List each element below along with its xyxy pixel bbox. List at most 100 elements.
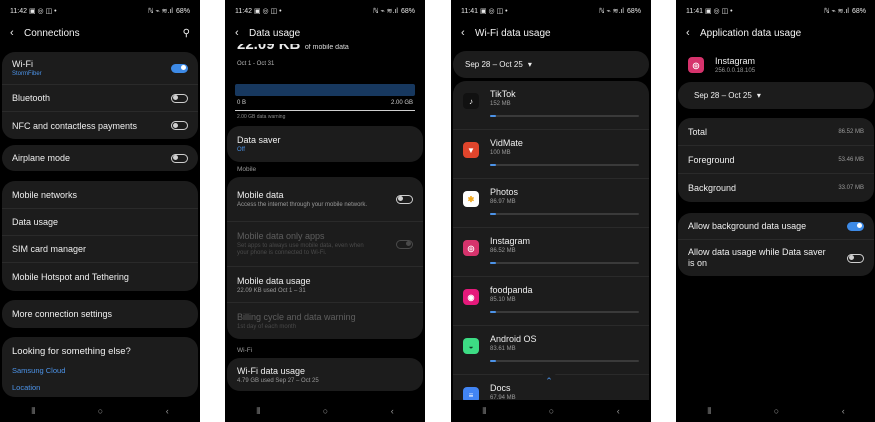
app-row[interactable]: ◒ Android OS 83.61 MB (453, 326, 649, 375)
app-info: Android OS 83.61 MB (490, 334, 639, 362)
nfc-row[interactable]: NFC and contactless payments (2, 112, 198, 139)
networks-card: Mobile networks Data usage SIM card mana… (2, 181, 198, 291)
usage-bar-fill (490, 262, 496, 264)
status-bar: 11:42 ▣ ◎ ◫ • ℕ ⌁ ≋.ıl 68% (0, 0, 200, 22)
status-icons: ▣ ◎ ◫ • (479, 8, 508, 15)
data-usage-label: Data usage (12, 217, 59, 227)
back-arrow-icon[interactable]: ‹ (10, 27, 24, 39)
mobile-data-desc: Access the internet through your mobile … (237, 201, 368, 208)
photos-icon: ✱ (463, 191, 479, 207)
samsung-cloud-link[interactable]: Samsung Cloud (12, 366, 188, 375)
usage-bar-fill (490, 164, 496, 166)
app-row[interactable]: ◎ Instagram 86.52 MB (453, 228, 649, 277)
status-time: 11:42 (235, 8, 252, 15)
date-range-dropdown[interactable]: Sep 28 – Oct 25 ▾ (465, 60, 532, 69)
hotspot-label: Mobile Hotspot and Tethering (12, 272, 129, 282)
back-nav-icon[interactable]: ‹ (391, 406, 394, 416)
wifi-toggle[interactable] (171, 63, 188, 73)
foreground-row: Foreground 53.46 MB (678, 146, 874, 174)
usage-amount: 22.09 KB (237, 44, 301, 53)
app-list: ♪ TikTok 152 MB ▼ VidMate 100 MB ✱ Photos 86.97 … (453, 81, 649, 421)
back-nav-icon[interactable]: ‹ (617, 406, 620, 416)
app-name: Docs (490, 383, 511, 393)
scroll-to-top-button[interactable]: ⌃ (540, 372, 558, 390)
wifi-usage-screen: 11:41 ▣ ◎ ◫ • ℕ ⌁ ≋.ıl 68% ‹ Wi-Fi data u… (451, 0, 651, 422)
app-size: 100 MB (490, 150, 511, 156)
mobile-networks-row[interactable]: Mobile networks (2, 181, 198, 209)
back-arrow-icon[interactable]: ‹ (686, 27, 700, 39)
search-icon[interactable]: ⚲ (183, 28, 190, 39)
mobile-only-desc: Set apps to always use mobile data, even… (237, 243, 364, 256)
home-icon[interactable]: ○ (323, 406, 328, 416)
nfc-toggle[interactable] (171, 121, 188, 130)
bluetooth-label: Bluetooth (12, 93, 51, 103)
allow-background-row[interactable]: Allow background data usage (678, 213, 874, 240)
data-usage-row[interactable]: Data usage (2, 209, 198, 236)
sim-manager-row[interactable]: SIM card manager (2, 236, 198, 263)
usage-period: Oct 1 - Oct 31 (237, 61, 275, 67)
usage-bar (490, 115, 639, 117)
recents-icon[interactable]: ⦀ (256, 406, 260, 417)
total-label: Total (688, 126, 708, 137)
mobile-data-toggle[interactable] (396, 194, 413, 204)
date-range-dropdown[interactable]: Sep 28 – Oct 25 ▾ (694, 91, 761, 100)
airplane-toggle[interactable] (171, 153, 188, 163)
bluetooth-row[interactable]: Bluetooth (2, 85, 198, 112)
vidmate-icon: ▼ (463, 142, 479, 158)
app-info: Photos 86.97 MB (490, 187, 639, 215)
status-bar: 11:41 ▣ ◎ ◫ • ℕ ⌁ ≋.ıl 68% (676, 0, 875, 22)
location-link[interactable]: Location (12, 383, 188, 392)
recents-icon[interactable]: ⦀ (482, 406, 486, 417)
battery-level: 68% (400, 7, 415, 15)
allow-saver-row[interactable]: Allow data usage while Data saver is on (678, 240, 874, 276)
app-row[interactable]: ▼ VidMate 100 MB (453, 130, 649, 179)
mobile-data-row[interactable]: Mobile data Access the internet through y… (227, 177, 423, 222)
mobile-usage-label: Mobile data usage (237, 275, 311, 286)
data-saver-card: Data saver Off (227, 126, 423, 162)
app-name: Instagram (715, 56, 756, 66)
more-settings-label: More connection settings (12, 309, 113, 319)
back-nav-icon[interactable]: ‹ (166, 406, 169, 416)
app-row[interactable]: ♪ TikTok 152 MB (453, 81, 649, 130)
more-settings-row[interactable]: More connection settings (2, 300, 198, 328)
usage-bar (490, 311, 639, 313)
battery-level: 68% (175, 7, 190, 15)
mobile-section-label: Mobile (237, 166, 257, 173)
back-arrow-icon[interactable]: ‹ (235, 27, 249, 39)
back-arrow-icon[interactable]: ‹ (461, 27, 475, 39)
airplane-row[interactable]: Airplane mode (2, 145, 198, 171)
header: ‹ Wi-Fi data usage (451, 22, 651, 44)
data-saver-row[interactable]: Data saver Off (227, 126, 423, 162)
home-icon[interactable]: ○ (549, 406, 554, 416)
bluetooth-toggle[interactable] (171, 93, 188, 103)
hotspot-row[interactable]: Mobile Hotspot and Tethering (2, 263, 198, 291)
billing-desc: 1st day of each month (237, 324, 297, 330)
airplane-card: Airplane mode (2, 145, 198, 171)
home-icon[interactable]: ○ (774, 406, 779, 416)
wifi-row[interactable]: Wi-Fi StormFiber (2, 52, 198, 85)
mobile-card: Mobile data Access the internet through y… (227, 177, 423, 339)
mobile-only-apps-row: Mobile data only apps Set apps to always … (227, 222, 423, 267)
app-row[interactable]: ◉ foodpanda 85.10 MB (453, 277, 649, 326)
back-nav-icon[interactable]: ‹ (842, 406, 845, 416)
app-size: 83.61 MB (490, 346, 516, 352)
wifi-usage-desc: 4.79 GB used Sep 27 – Oct 25 (237, 377, 319, 384)
app-name: TikTok (490, 89, 516, 99)
allow-saver-toggle[interactable] (847, 253, 864, 263)
more-card: More connection settings (2, 300, 198, 328)
data-warning-label: 2.00 GB data warning (237, 114, 286, 120)
wifi-usage-card: Wi-Fi data usage 4.79 GB used Sep 27 – Oc… (227, 358, 423, 391)
total-value: 86.52 MB (838, 128, 864, 135)
wifi-usage-row[interactable]: Wi-Fi data usage 4.79 GB used Sep 27 – Oc… (227, 358, 423, 391)
wifi-network-name: StormFiber (12, 71, 42, 77)
allow-background-toggle[interactable] (847, 221, 864, 231)
app-row[interactable]: ✱ Photos 86.97 MB (453, 179, 649, 228)
mobile-usage-row[interactable]: Mobile data usage 22.09 KB used Oct 1 – 3… (227, 267, 423, 303)
recents-icon[interactable]: ⦀ (707, 406, 711, 417)
home-icon[interactable]: ○ (98, 406, 103, 416)
billing-cycle-row: Billing cycle and data warning 1st day of… (227, 303, 423, 339)
allow-background-label: Allow background data usage (688, 221, 807, 231)
axis-min: 0 B (237, 100, 247, 106)
recents-icon[interactable]: ⦀ (31, 406, 35, 417)
allow-saver-label: Allow data usage while Data saver is on (688, 247, 826, 268)
